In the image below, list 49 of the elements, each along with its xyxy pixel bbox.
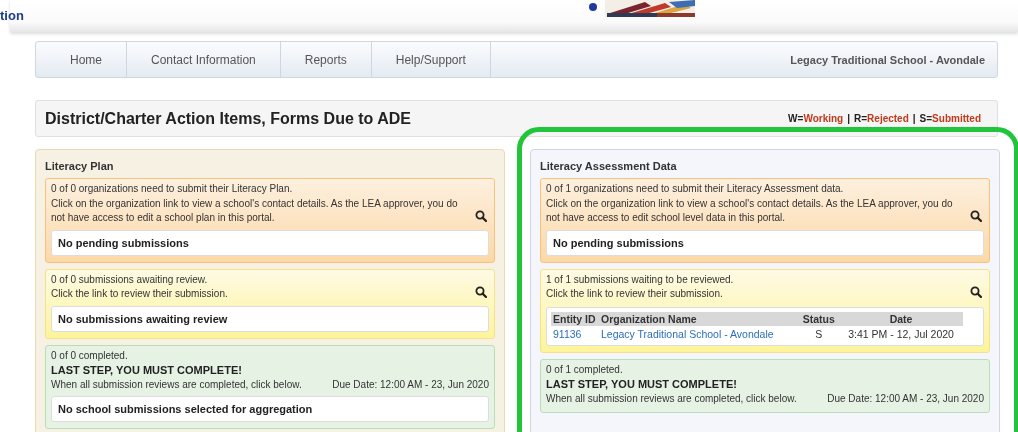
separator-text: | (912, 113, 916, 124)
message-box: No pending submissions (546, 229, 984, 256)
organization-link[interactable]: Legacy Traditional School - Avondale (601, 327, 774, 340)
panel-title: Literacy Plan (45, 159, 115, 174)
column-header: Entity ID (551, 311, 599, 326)
info-text: 0 of 0 submissions awaiting review. (51, 272, 209, 287)
due-date: Due Date: 12:00 AM - 23, Jun 2020 (332, 377, 489, 392)
search-icon[interactable] (970, 209, 982, 222)
info-text: Click the link to review their submission. (51, 287, 229, 301)
date-cell: 3:41 PM - 12, Jul 2020 (848, 327, 954, 340)
search-icon[interactable] (475, 285, 487, 298)
status-cell: S (815, 327, 823, 340)
info-text: Click on the organization link to view a school's contact details. As the LEA approver, you do not have access to edit school level data in this portal. (546, 196, 954, 225)
entity-link[interactable]: 91136 (553, 327, 582, 340)
nav-link[interactable]: Contact Information (127, 42, 281, 77)
info-text: 0 of 0 completed. (51, 348, 129, 363)
legend-key: W= (788, 113, 804, 124)
nav-link[interactable]: Reports (280, 42, 372, 77)
legend-label: Working (803, 113, 844, 124)
column-header: Date (839, 311, 963, 326)
last-step-text: LAST STEP, YOU MUST COMPLETE! (51, 363, 243, 378)
info-text: 0 of 1 organizations need to submit their Literacy Assessment data. (546, 182, 845, 196)
legend-key: R= (854, 113, 868, 124)
info-text: Click the link to review their submission. (546, 287, 724, 301)
message-box: No school submissions selected for aggregation (51, 396, 489, 422)
legend-label: Submitted (932, 113, 981, 124)
nav-link[interactable]: Help/Support (371, 42, 491, 77)
info-text: 0 of 0 organizations need to submit their Literacy Plan. (51, 182, 294, 196)
separator-text: | (847, 113, 851, 124)
page-title: District/Charter Action Items, Forms Due to ADE (45, 109, 411, 128)
column-header: Organization Name (599, 311, 799, 326)
search-icon[interactable] (970, 285, 982, 298)
message-box: No pending submissions (51, 229, 489, 256)
site-title[interactable]: tion (0, 8, 24, 23)
nav-link[interactable]: Home (36, 42, 127, 77)
info-text: Click on the organization link to view a school's contact details. As the LEA approver, you do not have access to edit a school plan in this portal. (51, 196, 459, 225)
info-text: When all submission reviews are completed, click below. (51, 377, 302, 392)
info-text: 0 of 1 completed. (546, 362, 624, 377)
search-icon[interactable] (475, 209, 487, 222)
legend-label: Rejected (867, 113, 909, 124)
school-name: Legacy Traditional School - Avondale (790, 53, 985, 66)
column-header: Status (798, 311, 840, 326)
due-date: Due Date: 12:00 AM - 23, Jun 2020 (827, 391, 984, 406)
panel-title: Literacy Assessment Data (540, 159, 678, 174)
info-text: When all submission reviews are completed, click below. (546, 391, 797, 406)
info-text: 1 of 1 submissions waiting to be reviewed. (546, 272, 735, 287)
last-step-text: LAST STEP, YOU MUST COMPLETE! (546, 377, 738, 392)
legend-key: S= (919, 113, 933, 124)
message-box: No submissions awaiting review (51, 305, 489, 332)
